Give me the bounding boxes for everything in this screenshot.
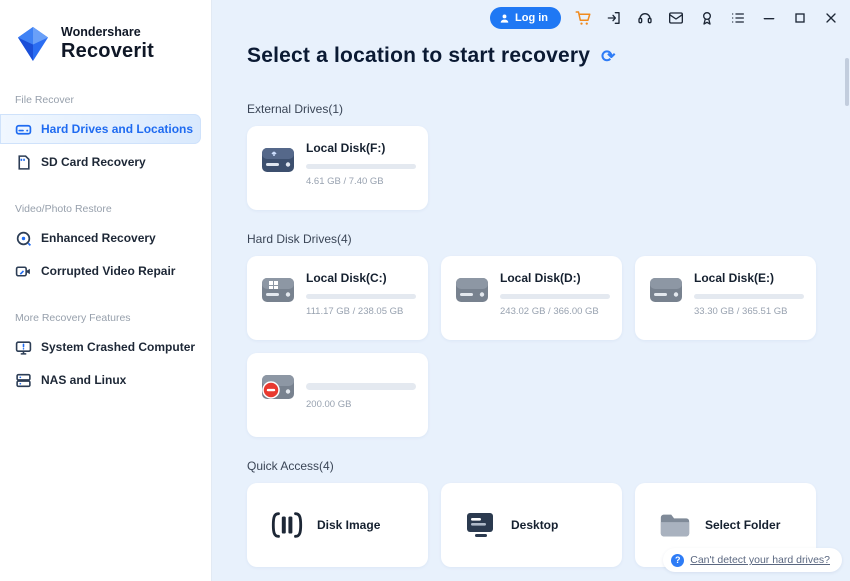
close-button[interactable] [822,9,840,27]
app-window: Wondershare Recoverit File Recover Hard … [0,0,850,581]
capacity-bar [500,294,610,299]
crashed-computer-icon [15,339,32,356]
drive-name: Local Disk(C:) [306,271,387,285]
login-button[interactable]: Log in [490,7,561,29]
quick-access-desktop[interactable]: Desktop [441,483,622,567]
refresh-icon[interactable]: ⟳ [601,48,615,65]
sidebar-item-label: System Crashed Computer [41,340,196,354]
section-label-quick-access: Quick Access(4) [247,459,334,473]
drive-name: Local Disk(E:) [694,271,775,285]
hard-disk-icon [648,274,684,306]
brand-line2: Recoverit [61,39,154,62]
sidebar-item-label: Corrupted Video Repair [41,264,176,278]
sidebar: Wondershare Recoverit File Recover Hard … [0,0,212,581]
drive-card-unallocated[interactable]: 200.00 GB [247,353,428,437]
drive-name: Local Disk(D:) [500,271,581,285]
main-panel: Log in Select a location to start recove… [212,0,850,581]
desktop-icon [464,510,498,540]
titlebar-actions: Log in [490,7,840,29]
sidebar-item-corrupted-video-repair[interactable]: Corrupted Video Repair [0,256,201,286]
capacity-bar [306,164,416,169]
hard-disk-icon [454,274,490,306]
sidebar-section-video-photo-restore: Video/Photo Restore [15,203,112,215]
menu-list-icon[interactable] [729,9,747,27]
folder-icon [658,510,692,540]
brand-line1: Wondershare [61,25,141,40]
cant-detect-drives-link[interactable]: ? Can't detect your hard drives? [663,548,842,572]
quick-access-label: Select Folder [705,518,781,532]
hard-drive-icon [15,121,32,138]
section-label-hard-disk-drives: Hard Disk Drives(4) [247,232,352,246]
rewards-badge-icon[interactable] [698,9,716,27]
capacity-bar [694,294,804,299]
sidebar-item-hard-drives-and-locations[interactable]: Hard Drives and Locations [0,114,201,144]
sd-card-icon [15,154,32,171]
drive-card-local-disk-f[interactable]: Local Disk(F:) 4.61 GB / 7.40 GB [247,126,428,210]
video-repair-icon [15,263,32,280]
disk-image-icon [270,510,304,540]
drive-capacity: 200.00 GB [306,399,352,410]
quick-access-label: Desktop [511,518,559,532]
nas-server-icon [15,372,32,389]
cart-icon[interactable] [574,9,592,27]
system-drive-windows-icon [260,274,296,306]
import-icon[interactable] [605,9,623,27]
unallocated-drive-icon [260,371,296,403]
maximize-button[interactable] [791,9,809,27]
enhanced-recovery-icon [15,230,32,247]
mail-icon[interactable] [667,9,685,27]
drive-name: Local Disk(F:) [306,141,386,155]
capacity-bar [306,383,416,390]
sidebar-item-enhanced-recovery[interactable]: Enhanced Recovery [0,223,201,253]
external-drive-icon [260,144,296,176]
sidebar-section-file-recover: File Recover [15,94,74,106]
support-headset-icon[interactable] [636,9,654,27]
sidebar-item-nas-and-linux[interactable]: NAS and Linux [0,365,201,395]
sidebar-section-more-recovery-features: More Recovery Features [15,312,131,324]
scrollbar-thumb[interactable] [845,58,849,106]
login-button-label: Log in [515,12,548,24]
help-link-label: Can't detect your hard drives? [690,554,830,566]
sidebar-item-label: NAS and Linux [41,373,127,387]
drive-capacity: 33.30 GB / 365.51 GB [694,306,788,317]
recoverit-logo-icon [13,24,53,64]
quick-access-label: Disk Image [317,518,381,532]
quick-access-disk-image[interactable]: Disk Image [247,483,428,567]
sidebar-item-label: Enhanced Recovery [41,231,156,245]
drive-card-local-disk-c[interactable]: Local Disk(C:) 111.17 GB / 238.05 GB [247,256,428,340]
brand-logo-block: Wondershare Recoverit [0,0,211,64]
sidebar-item-label: Hard Drives and Locations [41,122,194,136]
sidebar-item-sd-card-recovery[interactable]: SD Card Recovery [0,147,201,177]
page-title: Select a location to start recovery [247,44,591,67]
help-question-icon: ? [671,553,685,567]
drive-capacity: 243.02 GB / 366.00 GB [500,306,599,317]
drive-card-local-disk-d[interactable]: Local Disk(D:) 243.02 GB / 366.00 GB [441,256,622,340]
drive-capacity: 111.17 GB / 238.05 GB [306,306,404,317]
minimize-button[interactable] [760,9,778,27]
location-list: External Drives(1) Local Disk(F:) 4.61 G… [247,102,828,567]
capacity-bar [306,294,416,299]
drive-card-local-disk-e[interactable]: Local Disk(E:) 33.30 GB / 365.51 GB [635,256,816,340]
section-label-external-drives: External Drives(1) [247,102,344,116]
sidebar-item-system-crashed-computer[interactable]: System Crashed Computer [0,332,201,362]
sidebar-item-label: SD Card Recovery [41,155,146,169]
drive-capacity: 4.61 GB / 7.40 GB [306,176,384,187]
